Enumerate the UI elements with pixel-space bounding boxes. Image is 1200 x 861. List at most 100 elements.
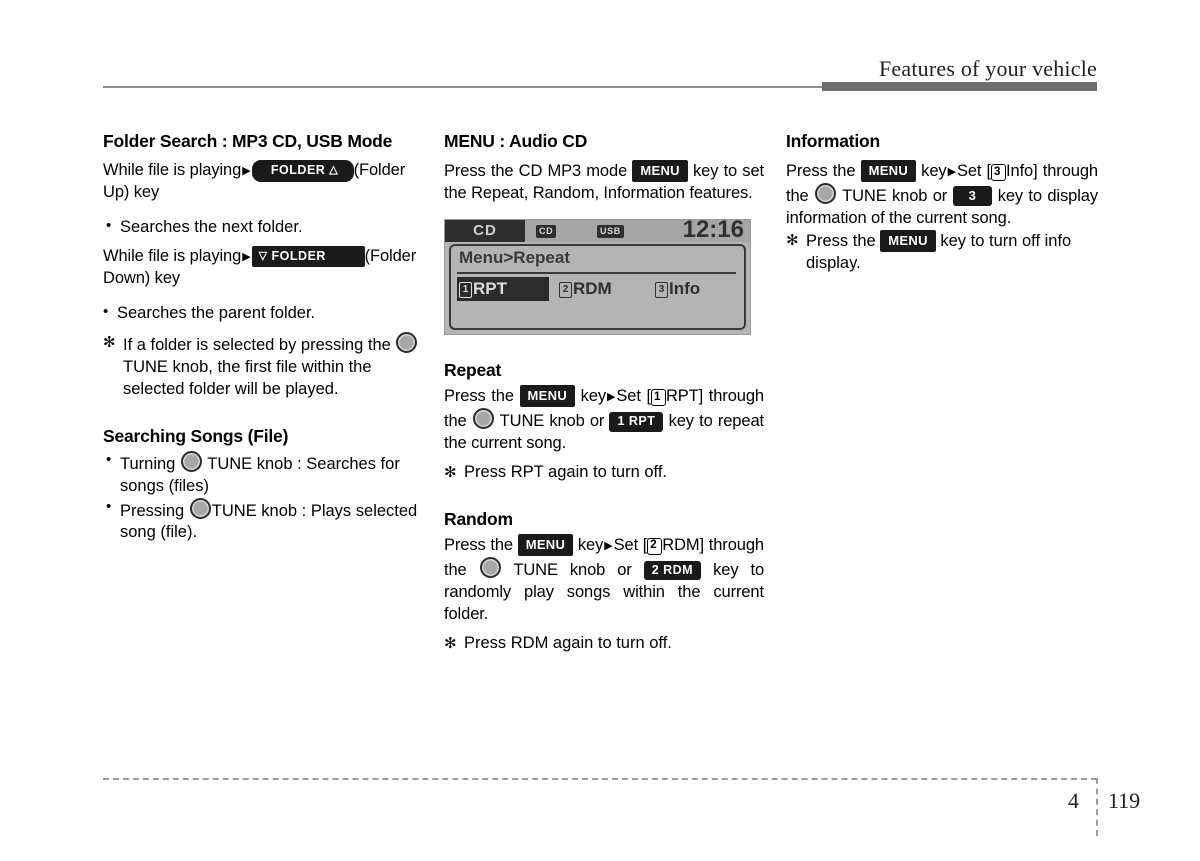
note-folder-selected-text-b: TUNE knob, the first file within the sel… [123,357,372,398]
folder-down-key-chip: ▽ FOLDER [251,245,365,268]
lcd-menu-item-info: 3 Info [655,277,700,301]
info-text-2: key [921,162,947,181]
menu-intro-paragraph: Press the CD MP3 mode MENU key to set th… [444,160,764,205]
lcd-heading-divider [457,271,736,274]
folder-down-text-pre: While file is playing [103,246,242,265]
folder-up-text-pre: While file is playing [103,161,242,180]
note-random-off-text: Press RDM again to turn off. [464,633,672,652]
bullet-turning-tune: Turning TUNE knob : Searches for songs (… [103,450,421,498]
number-3-key-chip: 3 [952,186,993,207]
repeat-text-1: Press the [444,387,514,406]
section-title-information: Information [786,131,881,151]
random-text-6: TUNE knob or [513,560,632,579]
chevron-down-icon: ▽ [258,249,268,262]
lcd-item-number-1: 1 [459,282,472,298]
asterisk-icon: ✻ [103,333,116,351]
lcd-item-label-rpt: RPT [473,278,507,298]
rpt-key-chip: 1 RPT [609,412,664,432]
arrow-right-icon: ▶ [947,166,956,179]
lcd-top-bar: CD CD USB 12:16 [445,215,750,243]
lcd-cd-indicator-icon: CD [536,224,557,239]
bullet-parent-folder: Searches the parent folder. [103,302,421,325]
random-paragraph: Press the MENU key▶Set [2 RDM] through th… [444,533,764,626]
rdm-key-chip: 2 RDM [643,560,702,581]
folder-up-key-chip: FOLDER △ [251,160,354,182]
folder-up-chip-label: FOLDER [270,163,326,178]
chapter-number: 4 [1068,788,1079,813]
menu-key-chip: MENU [880,229,936,252]
column-menu-audio-cd: MENU : Audio CD Press the CD MP3 mode ME… [444,130,764,655]
tune-knob-icon [472,408,494,429]
note-repeat-off: ✻ Press RPT again to turn off. [444,462,764,484]
footer-vertical-divider [1096,778,1098,836]
page-title: Features of your vehicle [878,56,1097,81]
note-info-off: ✻ Press the MENU key to turn off info dis… [786,229,1098,275]
note-random-off: ✻ Press RDM again to turn off. [444,633,764,655]
section-title-random: Random [444,508,513,529]
repeat-text-4: RPT] [665,387,704,406]
menu-key-chip: MENU [860,160,917,183]
asterisk-icon: ✻ [786,231,799,249]
lcd-menu-row: 1 RPT 2 RDM 3 Info [455,276,740,301]
random-text-3: Set [ [613,535,648,554]
note-repeat-off-text: Press RPT again to turn off. [464,462,667,481]
chevron-up-icon: △ [329,164,339,177]
page-header: Features of your vehicle [0,0,1200,95]
info-text-3: Set [ [956,162,992,181]
lcd-item-label-rdm: RDM [573,278,612,298]
info-text-4: Info] [1006,162,1038,181]
section-title-repeat: Repeat [444,359,502,380]
footer-divider [103,778,1097,780]
random-text-4: RDM] [662,535,705,554]
tune-knob-icon [180,450,202,472]
lcd-mode-label: CD [445,219,525,242]
folder-down-instruction: While file is playing▶ ▽ FOLDER (Folder Do… [103,245,421,290]
asterisk-icon: ✻ [444,463,457,481]
lcd-menu-item-rdm: 2 RDM [559,277,612,301]
menu-key-chip: MENU [632,160,688,183]
lcd-item-label-info: Info [669,278,701,298]
lcd-item-number-3: 3 [655,282,668,298]
section-title-folder-search: Folder Search : MP3 CD, USB Mode [103,131,393,151]
repeat-text-2: key [580,387,607,406]
note-folder-selected-text-a: If a folder is selected by pressing the [123,335,391,354]
repeat-paragraph: Press the MENU key▶Set [1 RPT] through th… [444,385,764,455]
arrow-right-icon: ▶ [607,391,616,404]
header-rule-thin [103,86,823,88]
info-text-1: Press the [786,162,856,181]
tune-knob-icon [189,497,211,519]
arrow-right-icon: ▶ [242,165,251,178]
lcd-menu-heading: Menu>Repeat [459,247,570,267]
information-paragraph: Press the MENU key▶Set [3 Info] through t… [786,160,1098,230]
lcd-item-number-2: 2 [559,282,572,298]
folder-up-instruction: While file is playing▶ FOLDER △ (Folder Up… [103,160,421,204]
column-information: Information Press the MENU key▶Set [3 Inf… [786,130,1098,275]
lcd-usb-indicator-icon: USB [597,224,624,239]
tune-knob-icon [815,183,837,205]
repeat-text-3: Set [ [616,387,651,406]
lcd-display-screenshot: CD CD USB 12:16 Menu>Repeat 1 RPT 2 RDM 3I… [444,215,751,335]
menu-intro-text-a: Press the CD MP3 mode [444,162,628,181]
bullet-pressing-tune: Pressing TUNE knob : Plays selected song… [103,497,421,545]
menu-key-chip: MENU [519,385,576,408]
info-option-number: 3 [991,164,1007,182]
bullet-next-folder: Searches the next folder. [103,216,421,239]
arrow-right-icon: ▶ [242,250,251,263]
bullet-pressing-text-a: Pressing [120,501,185,520]
bullet-turning-text-a: Turning [120,454,176,473]
tune-knob-icon [479,556,501,578]
note-info-off-text-a: Press the [806,231,876,250]
lcd-clock: 12:16 [682,215,744,243]
note-folder-selected: ✻ If a folder is selected by pressing the… [103,331,421,401]
column-folder-search: Folder Search : MP3 CD, USB Mode While f… [103,130,421,544]
asterisk-icon: ✻ [444,634,457,652]
section-title-searching-songs: Searching Songs (File) [103,425,289,446]
tune-knob-icon [396,331,418,353]
menu-key-chip: MENU [517,533,574,556]
folder-down-chip-label: FOLDER [271,248,326,263]
repeat-option-number: 1 [650,389,666,407]
lcd-menu-item-rpt: 1 RPT [457,276,549,301]
arrow-right-icon: ▶ [604,539,613,552]
random-option-number: 2 [647,537,663,555]
header-rule-thick [822,82,1097,91]
